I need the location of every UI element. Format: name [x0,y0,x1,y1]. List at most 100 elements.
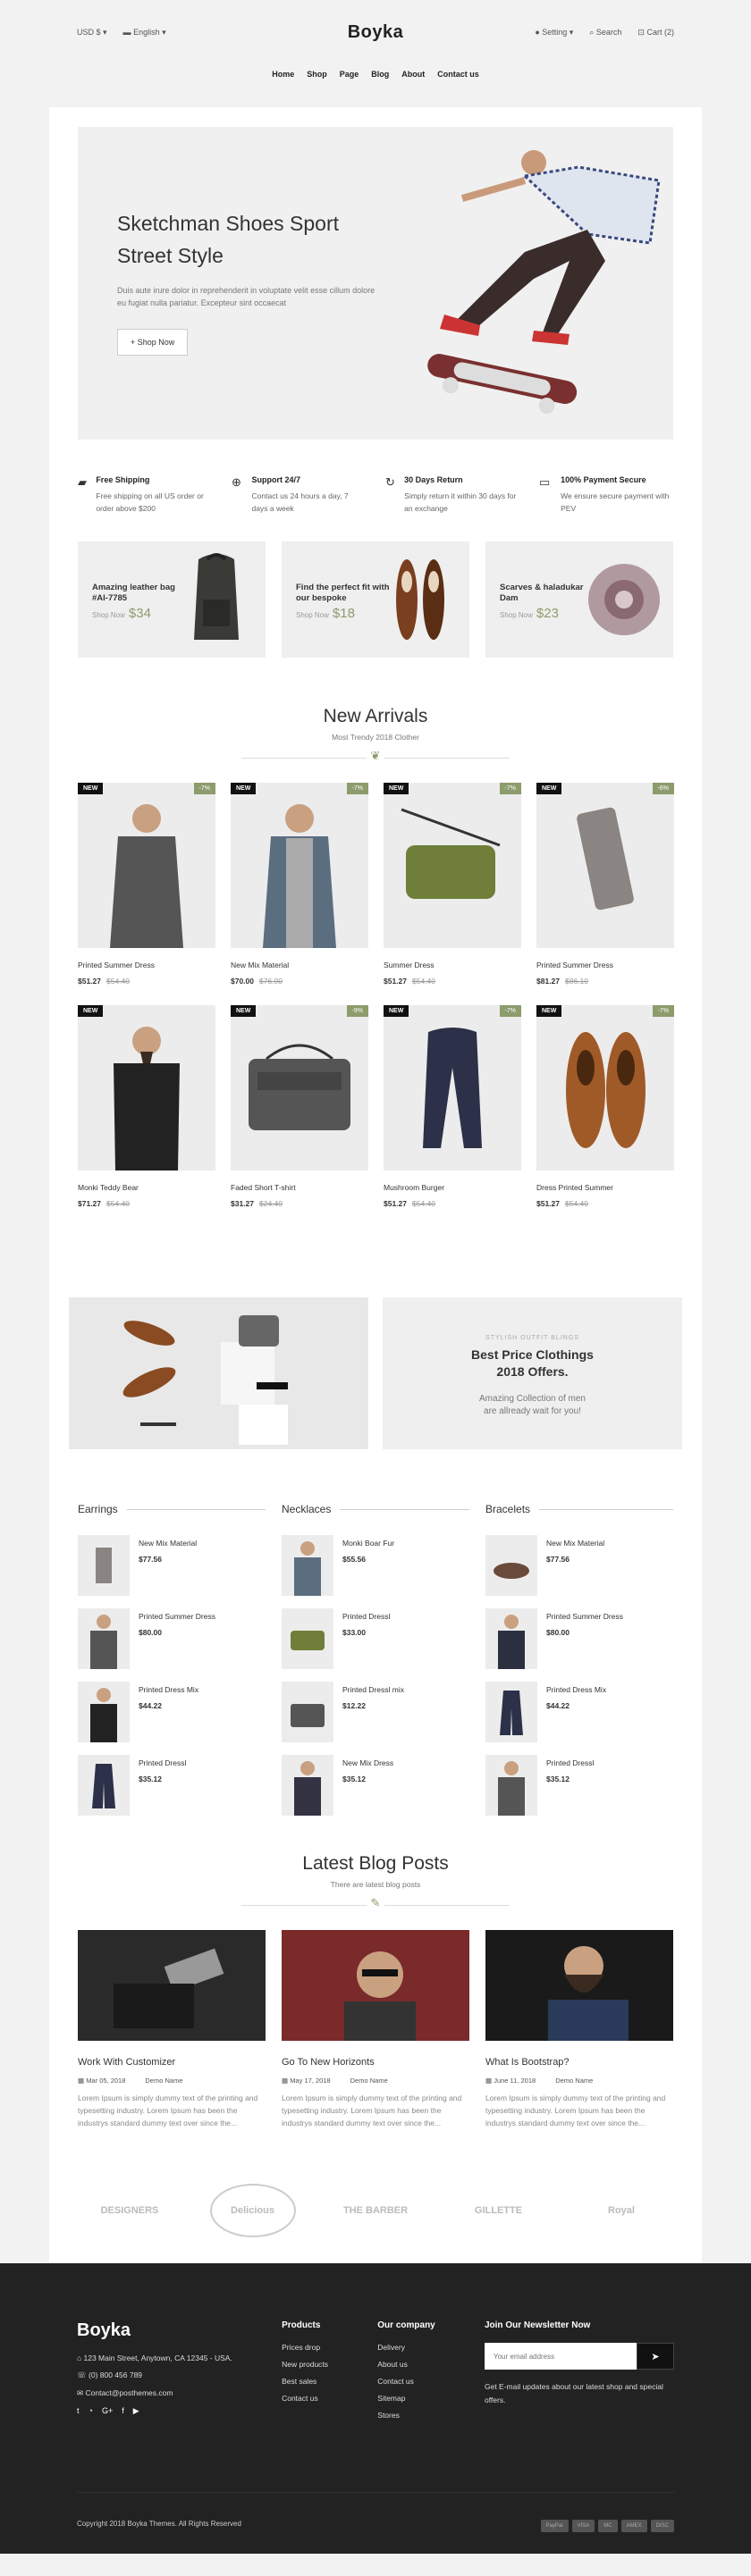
promo-offer[interactable]: STYLISH OUTFIT BLINGS Best Price Clothin… [383,1297,682,1449]
blog-card[interactable]: Go To New Horizonts ▦ May 17, 2018 Demo N… [282,1930,469,2129]
list-item[interactable]: New Mix Dress $35.12 [282,1755,469,1816]
nav-contact[interactable]: Contact us [437,70,479,79]
new-badge: NEW [78,783,104,794]
new-badge: NEW [231,783,257,794]
product-card[interactable]: NEW -7% Mushroom Burger $51.27 $54.40 [384,1005,521,1208]
nav-page[interactable]: Page [340,70,359,79]
banner-bag[interactable]: Amazing leather bag #AI-7785 Shop Now $34 [78,541,266,658]
hero-title: Sketchman Shoes Sport Street Style [117,212,340,267]
currency-select[interactable]: USD $ ▾ [77,28,107,38]
backpack-image [194,553,239,640]
hero-desc: Duis aute irure dolor in reprehenderit i… [117,286,376,307]
list-item[interactable]: Printed Dress Mix $44.22 [78,1682,266,1742]
footer-link[interactable]: Contact us [282,2394,328,2403]
blog-title: Latest Blog Posts [302,1853,449,1874]
list-item[interactable]: New Mix Material $77.56 [78,1535,266,1596]
cart-button[interactable]: ⊡ Cart (2) [637,28,674,38]
new-badge: NEW [384,1005,409,1017]
discover-icon: DISC [650,2520,674,2532]
footer-link[interactable]: Contact us [377,2377,435,2386]
site-footer: Boyka ⌂ 123 Main Street, Anytown, CA 123… [0,2263,751,2554]
payment-icons: PayPal VISA MC AMEX DISC [540,2520,674,2532]
nav-about[interactable]: About [401,70,425,79]
product-card[interactable]: NEW -7% New Mix Material $70.00 $76.00 [231,783,368,986]
footer-link[interactable]: New products [282,2360,328,2369]
list-item[interactable]: Printed Dressl $33.00 [282,1608,469,1669]
product-card[interactable]: NEW -7% Summer Dress $51.27 $54.40 [384,783,521,986]
search-button[interactable]: ⌕ Search [589,28,621,38]
brand-logo[interactable]: Royal [578,2184,664,2237]
brand-logo[interactable]: GILLETTE [456,2184,542,2237]
brand-logo[interactable]: Delicious [209,2184,296,2237]
list-item[interactable]: Printed Dressl mix $12.22 [282,1682,469,1742]
cart-icon: ⊡ [637,27,645,37]
youtube-icon[interactable]: ▶ [133,2406,139,2416]
rss-icon[interactable]: ◔ [89,2406,93,2416]
footer-link[interactable]: Prices drop [282,2343,328,2352]
mastercard-icon: MC [598,2520,618,2532]
product-card[interactable]: NEW Monki Teddy Bear $71.27 $54.40 [78,1005,215,1208]
footer-link[interactable]: Stores [377,2411,435,2420]
product-card[interactable]: NEW -9% Faded Short T-shirt $31.27 $24.40 [231,1005,368,1208]
shop-now-button[interactable]: + Shop Now [117,329,189,356]
promo-banners: Amazing leather bag #AI-7785 Shop Now $34… [78,541,673,658]
visa-icon: VISA [571,2520,595,2532]
product-image [566,1032,646,1148]
newsletter-submit-button[interactable]: ➤ [636,2343,674,2370]
column-bracelets: Bracelets New Mix Material $77.56 Printed… [485,1503,673,1816]
setting-menu[interactable]: ● Setting ▾ [535,28,573,38]
amex-icon: AMEX [620,2520,647,2532]
product-image [401,808,501,899]
nav-blog[interactable]: Blog [371,70,389,79]
site-logo[interactable]: Boyka [348,22,404,43]
promo-image[interactable] [69,1297,368,1449]
social-links: t ◔ G+ f ▶ [77,2406,232,2416]
blog-card[interactable]: What Is Bootstrap? ▦ June 11, 2018 Demo N… [485,1930,673,2129]
list-item[interactable]: Monki Boar Fur $55.56 [282,1535,469,1596]
language-select[interactable]: ▬ English ▾ [123,28,166,38]
product-image [249,1044,350,1130]
product-grid: NEW -7% Printed Summer Dress $51.27 $54.40… [78,783,674,1208]
nav-shop[interactable]: Shop [307,70,327,79]
brand-logo[interactable]: THE BARBER [333,2184,418,2237]
footer-link[interactable]: About us [377,2360,435,2369]
phone-icon: ☏ [77,2370,87,2379]
footer-logo[interactable]: Boyka [77,2320,232,2341]
column-necklaces: Necklaces Monki Boar Fur $55.56 Printed D… [282,1503,469,1816]
footer-link[interactable]: Best sales [282,2377,328,2386]
product-card[interactable]: NEW -7% Printed Summer Dress $51.27 $54.40 [78,783,215,986]
product-card[interactable]: NEW -7% Dress Printed Summer $51.27 $54.40 [536,1005,674,1208]
list-item[interactable]: Printed Dress Mix $44.22 [485,1682,673,1742]
footer-link[interactable]: Delivery [377,2343,435,2352]
feature-shipping: ▰ Free Shipping Free shipping on all US o… [78,475,204,513]
list-item[interactable]: New Mix Material $77.56 [485,1535,673,1596]
banner-scarves[interactable]: Scarves & haladukar Dam Shop Now $23 [485,541,673,658]
google-plus-icon[interactable]: G+ [102,2406,113,2416]
newsletter: Join Our Newsletter Now ➤ Get E-mail upd… [484,2320,674,2428]
product-card[interactable]: NEW -6% Printed Summer Dress $81.27 $86.10 [536,783,674,986]
mail-icon: ✉ [77,2388,84,2397]
twitter-icon[interactable]: t [77,2406,80,2416]
facebook-icon[interactable]: f [122,2406,124,2416]
column-earrings: Earrings New Mix Material $77.56 Printed … [78,1503,266,1816]
new-badge: NEW [78,1005,104,1017]
list-item[interactable]: Printed Dressl $35.12 [485,1755,673,1816]
banner-shoes[interactable]: Find the perfect fit with our bespoke Sh… [282,541,469,658]
feature-support: ⊕ Support 24/7 Contact us 24 hours a day,… [232,475,349,513]
list-item[interactable]: Printed Summer Dress $80.00 [485,1608,673,1669]
newsletter-email-input[interactable] [484,2343,637,2370]
brand-logo[interactable]: DESIGNERS [87,2184,173,2237]
location-icon: ⌂ [77,2354,82,2362]
nav-home[interactable]: Home [272,70,294,79]
list-item[interactable]: Printed Dressl $35.12 [78,1755,266,1816]
blog-list: Work With Customizer ▦ Mar 05, 2018 Demo … [78,1930,673,2129]
hero-slider: Sketchman Shoes Sport Street Style Duis … [78,127,673,440]
section-divider: ❦ [241,749,510,767]
list-item[interactable]: Printed Summer Dress $80.00 [78,1608,266,1669]
footer-company: Our company Delivery About us Contact us… [377,2320,435,2420]
footer-bottom: Copyright 2018 Boyka Themes. All Rights … [77,2492,674,2532]
blog-card[interactable]: Work With Customizer ▦ Mar 05, 2018 Demo … [78,1930,266,2129]
footer-link[interactable]: Sitemap [377,2394,435,2403]
new-badge: NEW [384,783,409,794]
new-badge: NEW [536,1005,562,1017]
